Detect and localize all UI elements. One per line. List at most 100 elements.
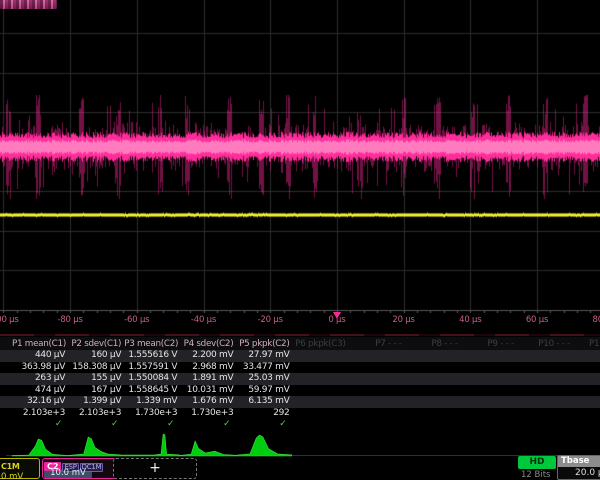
measurement-value: 25.03 mV — [236, 373, 292, 385]
waveform-graticule[interactable] — [0, 0, 600, 313]
measurement-value — [461, 385, 517, 397]
measurement-value — [573, 408, 600, 420]
status-check-icon: ✓ — [124, 419, 180, 429]
timebase-value: 20.0 µs/div — [558, 467, 600, 479]
channel-c2-descriptor[interactable]: C2ESPDC1M 10.0 mV — [42, 458, 118, 479]
measurement-value — [349, 408, 405, 420]
timebase-descriptor[interactable]: Tbase 20.0 µs/div — [557, 455, 600, 480]
measurement-value — [405, 396, 461, 408]
measurement-value — [517, 385, 573, 397]
param-header-p2[interactable]: P2 sdev(C1) — [68, 337, 124, 350]
measurement-value — [573, 373, 600, 385]
param-header-p10[interactable]: P10 - - - — [517, 337, 573, 350]
measurement-value: 158.308 µV — [68, 362, 124, 374]
measurement-value: 1.557591 V — [124, 362, 180, 374]
status-check-icon: ✓ — [180, 419, 236, 429]
hd-bits-label: 12 Bits — [521, 470, 550, 480]
status-check-icon: ✓ — [236, 419, 292, 429]
measurement-value: 1.730e+3 — [180, 408, 236, 420]
time-axis-label: -40 µs — [191, 315, 216, 325]
measurement-value: 1.730e+3 — [124, 408, 180, 420]
bottom-bar: C1M 0 mV C2ESPDC1M 10.0 mV + HD 12 Bits … — [0, 458, 600, 480]
param-header-p3[interactable]: P3 mean(C2) — [124, 337, 180, 350]
measurement-value: 32.16 µV — [12, 396, 68, 408]
param-header-p7[interactable]: P7 - - - — [349, 337, 405, 350]
param-header-p5[interactable]: P5 pkpk(C2) — [236, 337, 292, 350]
measurement-value: 160 µV — [68, 350, 124, 362]
status-check-icon — [461, 419, 517, 429]
measurement-value: 440 µV — [12, 350, 68, 362]
measurement-value: 474 µV — [12, 385, 68, 397]
status-check-icon — [573, 419, 600, 429]
param-header-p1[interactable]: P1 mean(C1) — [12, 337, 68, 350]
param-header-p11[interactable]: P11 — [573, 337, 600, 350]
measurement-value — [573, 396, 600, 408]
measurement-value — [517, 350, 573, 362]
channel-c1-descriptor[interactable]: C1M 0 mV — [0, 458, 40, 479]
measurement-value — [349, 362, 405, 374]
time-axis: -100 µs-80 µs-60 µs-40 µs-20 µs0 µs20 µs… — [0, 312, 600, 328]
measurement-value: 33.477 mV — [236, 362, 292, 374]
measurement-value — [461, 362, 517, 374]
param-header-p9[interactable]: P9 - - - — [461, 337, 517, 350]
measurement-value: 1.676 mV — [180, 396, 236, 408]
measurement-value — [349, 396, 405, 408]
measurement-value: 2.103e+3 — [68, 408, 124, 420]
measurement-value — [405, 362, 461, 374]
param-header-p8[interactable]: P8 - - - — [405, 337, 461, 350]
measurement-value: 1.558645 V — [124, 385, 180, 397]
measurement-value: 292 — [236, 408, 292, 420]
measurement-value — [461, 408, 517, 420]
measurement-value — [517, 362, 573, 374]
clipped-header-badge[interactable] — [0, 0, 57, 9]
measurement-value — [573, 385, 600, 397]
status-check-icon — [517, 419, 573, 429]
histicon-p4[interactable] — [180, 430, 236, 457]
measurement-value — [517, 373, 573, 385]
histicon-p5[interactable] — [236, 430, 292, 457]
timebase-title: Tbase — [558, 456, 600, 467]
trigger-position-marker[interactable] — [333, 312, 341, 319]
measurement-value — [292, 350, 348, 362]
measurement-value: 6.135 mV — [236, 396, 292, 408]
measurement-value: 59.97 mV — [236, 385, 292, 397]
measurement-value — [349, 350, 405, 362]
status-check-icon — [405, 419, 461, 429]
param-header-p6[interactable]: P6 pkpk(C3) — [292, 337, 348, 350]
measurement-value — [461, 373, 517, 385]
time-axis-label: 60 µs — [526, 315, 548, 325]
time-axis-label: 40 µs — [459, 315, 481, 325]
param-header-p4[interactable]: P4 sdev(C2) — [180, 337, 236, 350]
hd-mode-badge[interactable]: HD — [518, 456, 556, 469]
measurement-value — [461, 350, 517, 362]
measurement-value: 155 µV — [68, 373, 124, 385]
measurement-value: 363.98 µV — [12, 362, 68, 374]
add-trace-button[interactable]: + — [113, 458, 197, 479]
table-top-separator — [0, 334, 600, 336]
measurement-value: 27.97 mV — [236, 350, 292, 362]
measurement-value — [405, 350, 461, 362]
measurement-value — [292, 362, 348, 374]
measurement-value — [461, 396, 517, 408]
measurement-value: 1.399 µV — [68, 396, 124, 408]
measurement-value: 1.339 mV — [124, 396, 180, 408]
measurement-value: 2.200 mV — [180, 350, 236, 362]
measurement-value — [573, 362, 600, 374]
measurement-value — [573, 350, 600, 362]
add-trace-label: + — [149, 460, 161, 476]
measurement-value — [349, 373, 405, 385]
c1-vdiv-value: 0 mV — [1, 472, 23, 480]
time-axis-label: -100 µs — [0, 315, 19, 325]
measurement-value — [292, 385, 348, 397]
measurement-value: 2.968 mV — [180, 362, 236, 374]
histicon-p2[interactable] — [68, 430, 124, 457]
measurement-value — [405, 408, 461, 420]
time-axis-label: -60 µs — [124, 315, 149, 325]
measurement-value: 167 µV — [68, 385, 124, 397]
histicon-p3[interactable] — [124, 430, 180, 457]
measurement-value — [517, 408, 573, 420]
status-check-icon: ✓ — [68, 419, 124, 429]
histicon-p1[interactable] — [12, 430, 68, 457]
measurement-value — [349, 385, 405, 397]
c2-vdiv-value: 10.0 mV — [44, 469, 92, 478]
